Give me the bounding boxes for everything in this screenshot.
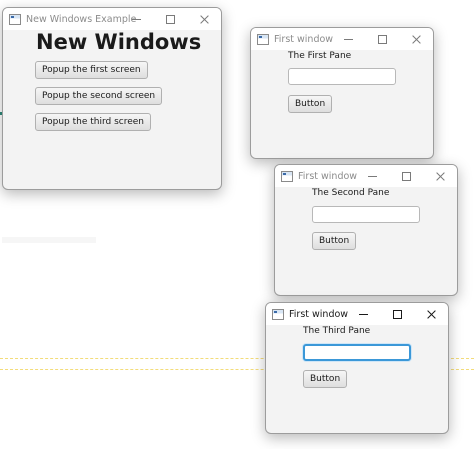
- window-controls: [346, 303, 448, 325]
- pane-label: The Second Pane: [312, 188, 390, 198]
- close-icon: [435, 171, 445, 181]
- popup-window-titlebar[interactable]: First window: [251, 28, 433, 50]
- maximize-button[interactable]: [153, 8, 187, 30]
- popup-window-title: First window: [274, 33, 334, 45]
- popup-window-content: The Third Pane Button: [266, 325, 448, 433]
- close-icon: [199, 14, 209, 24]
- text-input[interactable]: [288, 68, 396, 85]
- desktop-shadow-strip: [2, 237, 96, 243]
- popup-window-title: First window: [289, 308, 349, 320]
- popup-window-titlebar[interactable]: First window: [275, 165, 457, 187]
- maximize-icon: [165, 14, 175, 24]
- maximize-button[interactable]: [389, 165, 423, 187]
- minimize-icon: [343, 38, 353, 40]
- minimize-button[interactable]: [119, 8, 153, 30]
- app-window-icon: [257, 33, 269, 45]
- popup-window-content: The First Pane Button: [251, 50, 433, 158]
- window-controls: [355, 165, 457, 187]
- close-button[interactable]: [423, 165, 457, 187]
- popup-first-screen-button[interactable]: Popup the first screen: [35, 61, 148, 79]
- action-button[interactable]: Button: [288, 95, 333, 113]
- maximize-icon: [392, 309, 402, 319]
- maximize-button[interactable]: [365, 28, 399, 50]
- close-button[interactable]: [399, 28, 433, 50]
- close-button[interactable]: [187, 8, 221, 30]
- popup-window-second: First window The Second Pane Button: [274, 164, 458, 296]
- minimize-button[interactable]: [331, 28, 365, 50]
- main-window-content: New Windows Popup the first screen Popup…: [3, 30, 221, 189]
- popup-window-first: First window The First Pane Button: [250, 27, 434, 159]
- maximize-icon: [377, 34, 387, 44]
- main-heading: New Windows: [36, 30, 202, 54]
- pane-label: The Third Pane: [303, 326, 371, 336]
- popup-window-titlebar[interactable]: First window: [266, 303, 448, 325]
- minimize-icon: [131, 18, 141, 20]
- close-icon: [426, 309, 436, 319]
- close-icon: [411, 34, 421, 44]
- popup-window-title: First window: [298, 170, 358, 182]
- main-window-titlebar[interactable]: New Windows Example: [3, 8, 221, 30]
- close-button[interactable]: [414, 303, 448, 325]
- minimize-button[interactable]: [346, 303, 380, 325]
- window-controls: [119, 8, 221, 30]
- pane-label: The First Pane: [288, 51, 352, 61]
- action-button[interactable]: Button: [303, 370, 348, 388]
- app-window-icon: [9, 13, 21, 25]
- popup-third-screen-button[interactable]: Popup the third screen: [35, 113, 152, 131]
- popup-window-content: The Second Pane Button: [275, 187, 457, 295]
- main-window: New Windows Example New Windows Popup th…: [2, 7, 222, 190]
- text-input[interactable]: [303, 344, 411, 361]
- minimize-icon: [358, 313, 368, 315]
- app-window-icon: [281, 170, 293, 182]
- popup-window-third: First window The Third Pane Button: [265, 302, 449, 434]
- action-button[interactable]: Button: [312, 232, 357, 250]
- text-input[interactable]: [312, 206, 420, 223]
- minimize-button[interactable]: [355, 165, 389, 187]
- minimize-icon: [367, 175, 377, 177]
- maximize-icon: [401, 171, 411, 181]
- window-controls: [331, 28, 433, 50]
- maximize-button[interactable]: [380, 303, 414, 325]
- popup-second-screen-button[interactable]: Popup the second screen: [35, 87, 163, 105]
- app-window-icon: [272, 308, 284, 320]
